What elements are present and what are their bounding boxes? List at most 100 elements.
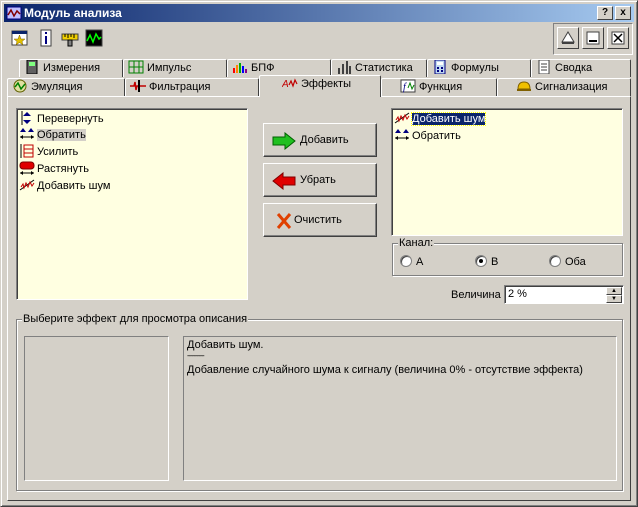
list-item[interactable]: Усилить — [19, 144, 78, 160]
save-panel-button[interactable] — [557, 27, 579, 49]
noise-icon — [19, 179, 35, 191]
tab-label: Измерения — [43, 62, 101, 74]
magnitude-stepper[interactable]: 2 % ▲ ▼ — [504, 285, 624, 304]
minimize-panel-button[interactable] — [582, 27, 604, 49]
tab-label: Статистика — [355, 62, 413, 74]
bar-chart-icon — [338, 61, 351, 74]
effect-label: Добавить шум — [37, 180, 111, 192]
effect-label: Растянуть — [37, 163, 89, 175]
stepper-up-button[interactable]: ▲ — [606, 287, 622, 295]
applied-effect-label: Обратить — [412, 130, 461, 142]
tab-label: БПФ — [251, 62, 275, 74]
tab-label: Импульс — [147, 62, 192, 74]
tab-emulation[interactable]: Эмуляция — [7, 78, 125, 96]
meter-icon — [26, 60, 38, 74]
radio-label: A — [416, 256, 424, 268]
tab-alarm[interactable]: Сигнализация — [497, 78, 631, 96]
tab-impulse[interactable]: Импульс — [123, 59, 227, 77]
list-item[interactable]: Добавить шум — [19, 178, 110, 194]
tab-measurements[interactable]: Измерения — [19, 59, 123, 77]
stepper-arrows: ▲ ▼ — [606, 287, 622, 303]
tab-label: Фильтрация — [149, 81, 211, 93]
title-bar[interactable]: Модуль анализа ? x — [4, 4, 634, 22]
remove-button[interactable]: Убрать — [263, 163, 377, 197]
tab-label: Эффекты — [301, 78, 352, 90]
radio-dot — [475, 255, 487, 267]
invert-icon — [395, 129, 409, 140]
tab-label: Эмуляция — [31, 81, 83, 93]
close-panel-icon — [611, 31, 625, 45]
tab-effects[interactable]: A Эффекты — [259, 75, 381, 97]
grid-icon — [128, 60, 144, 74]
filter-icon — [130, 80, 146, 92]
noise-icon — [394, 112, 410, 124]
tab-label: Формулы — [451, 62, 499, 74]
tab-label: Сводка — [555, 62, 593, 74]
analysis-window: Модуль анализа ? x Измерения Импульс БПФ… — [0, 0, 638, 507]
clear-x-icon — [276, 213, 292, 229]
add-button-label: Добавить — [300, 134, 349, 146]
list-item[interactable]: Обратить — [394, 128, 461, 144]
add-button[interactable]: Добавить — [263, 123, 377, 157]
amplify-icon — [20, 144, 34, 158]
stretch-icon — [19, 161, 35, 175]
description-separator: ---------- — [187, 351, 205, 360]
star-icon[interactable] — [11, 29, 29, 47]
radio-label: Оба — [565, 256, 586, 268]
channel-label: Канал: — [398, 237, 435, 249]
tab-label: Сигнализация — [535, 81, 608, 93]
spectrum-icon — [233, 63, 247, 73]
list-item[interactable]: Перевернуть — [19, 111, 104, 127]
effect-preview — [24, 336, 169, 481]
effect-label: Обратить — [37, 129, 86, 141]
svg-text:A: A — [282, 79, 289, 90]
emulation-icon — [13, 79, 27, 93]
clear-button-label: Очистить — [294, 214, 342, 226]
minimize-panel-icon — [586, 31, 600, 45]
close-panel-button[interactable] — [607, 27, 629, 49]
function-icon: f — [400, 79, 416, 93]
effect-label: Перевернуть — [37, 113, 104, 125]
close-button[interactable]: x — [615, 6, 631, 20]
description-title: Добавить шум. — [187, 339, 264, 351]
tab-summary[interactable]: Сводка — [531, 59, 631, 77]
magnitude-value: 2 % — [508, 288, 527, 300]
radio-dot — [549, 255, 561, 267]
list-item[interactable]: Добавить шум — [394, 111, 487, 127]
applied-effects-list[interactable]: Добавить шум Обратить — [391, 108, 623, 236]
radio-label: B — [491, 256, 499, 268]
stepper-down-button[interactable]: ▼ — [606, 295, 622, 303]
effects-icon: A — [282, 78, 298, 90]
applied-effect-label: Добавить шум — [410, 112, 487, 126]
magnitude-label: Величина — [451, 289, 501, 301]
remove-button-label: Убрать — [300, 174, 336, 186]
arrow-right-icon — [272, 132, 296, 150]
channel-radio-both[interactable]: Оба — [549, 255, 586, 269]
tab-label: Функция — [419, 81, 463, 93]
list-item[interactable]: Обратить — [19, 127, 86, 143]
oscilloscope-icon[interactable] — [85, 29, 103, 47]
window-title: Модуль анализа — [24, 6, 122, 20]
save-icon — [561, 31, 575, 44]
clear-button[interactable]: Очистить — [263, 203, 377, 237]
info-icon[interactable] — [37, 29, 55, 47]
flip-icon — [21, 111, 31, 125]
radio-dot — [400, 255, 412, 267]
app-icon — [6, 6, 22, 20]
description-text-box: Добавить шум. ---------- Добавление случ… — [183, 336, 617, 481]
tab-filtering[interactable]: Фильтрация — [125, 78, 259, 96]
ruler-icon[interactable] — [61, 29, 79, 47]
document-icon — [538, 60, 550, 74]
calculator-icon — [434, 60, 446, 74]
tab-function[interactable]: f Функция — [381, 78, 497, 96]
channel-radio-b[interactable]: B — [475, 255, 498, 269]
help-button[interactable]: ? — [597, 6, 613, 20]
list-item[interactable]: Растянуть — [19, 161, 89, 177]
alarm-icon — [517, 81, 531, 91]
channel-radio-a[interactable]: A — [400, 255, 423, 269]
effect-label: Усилить — [37, 146, 79, 158]
available-effects-list[interactable]: Перевернуть Обратить Усилить Растянуть Д… — [16, 108, 248, 300]
invert-icon — [20, 128, 34, 139]
tab-formulas[interactable]: Формулы — [427, 59, 531, 77]
description-group-label: Выберите эффект для просмотра описания — [22, 313, 249, 325]
